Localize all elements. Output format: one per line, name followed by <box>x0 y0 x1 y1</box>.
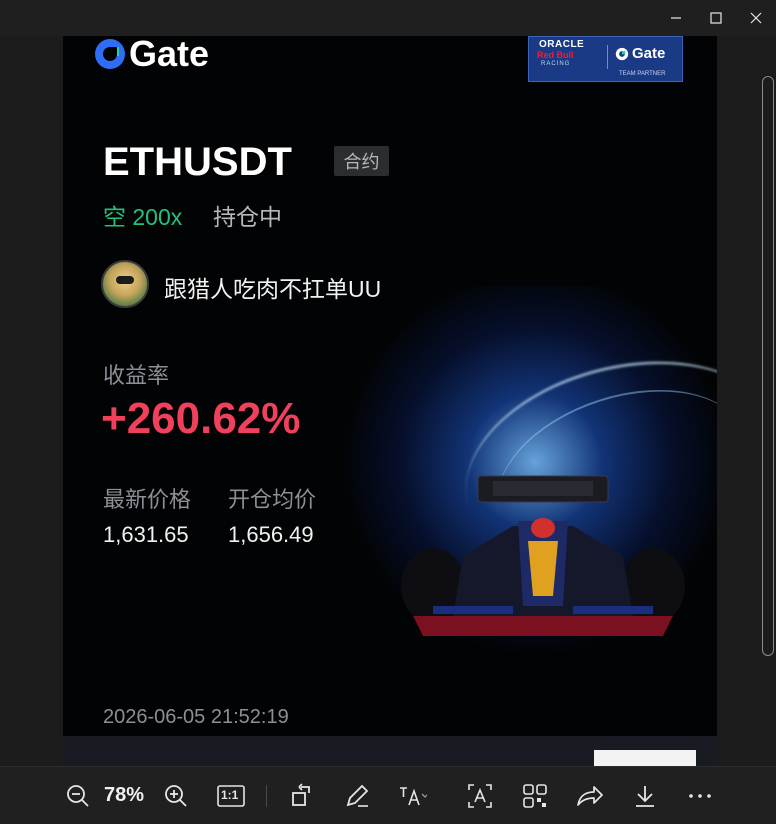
return-label: 收益率 <box>103 363 170 388</box>
qr-scan-icon <box>523 784 547 808</box>
gate-logo: Gate <box>93 36 210 74</box>
maximize-button[interactable] <box>696 0 736 36</box>
share-icon <box>577 786 603 806</box>
race-car-illustration <box>401 475 685 636</box>
latest-price-label: 最新价格 <box>103 487 192 512</box>
avatar <box>101 260 149 308</box>
rotate-icon <box>292 783 310 806</box>
actual-size-button[interactable]: 1:1 <box>216 781 246 811</box>
zoom-in-button[interactable] <box>161 781 191 811</box>
close-icon <box>750 12 762 24</box>
text-select-button[interactable] <box>465 781 495 811</box>
username: 跟猎人吃肉不扛单UU <box>164 276 382 302</box>
rotate-button[interactable] <box>287 781 317 811</box>
maximize-icon <box>710 12 722 24</box>
open-avg-price-label: 开仓均价 <box>228 487 317 512</box>
open-avg-price-value: 1,656.49 <box>228 522 314 547</box>
title-bar <box>0 0 776 36</box>
viewer-toolbar: 78% 1:1 <box>0 766 776 824</box>
zoom-level[interactable]: 78% <box>104 784 144 807</box>
partner-line3: RACING <box>541 61 571 67</box>
avatar-sunglasses <box>116 276 134 284</box>
edit-button[interactable] <box>342 781 372 811</box>
return-value: +260.62% <box>101 394 301 443</box>
zoom-out-button[interactable] <box>63 781 93 811</box>
trading-pair: ETHUSDT <box>103 140 292 184</box>
text-recognition-icon <box>400 787 427 806</box>
vertical-scrollbar[interactable] <box>762 76 774 656</box>
gate-mini-logo-icon <box>615 47 629 60</box>
zoom-in-icon <box>165 785 187 807</box>
qr-scan-button[interactable] <box>520 781 550 811</box>
text-recognition-button[interactable] <box>397 781 427 811</box>
actual-size-label: 1:1 <box>221 788 239 802</box>
position-direction: 空 200x <box>103 204 183 230</box>
more-options-button[interactable] <box>685 781 715 811</box>
latest-price-value: 1,631.65 <box>103 522 189 547</box>
partner-divider <box>607 45 608 69</box>
close-button[interactable] <box>736 0 776 36</box>
gate-logo-text: Gate <box>129 36 210 74</box>
share-card-image: Gate ORACLE Red Bull RACING Gate TEAM PA… <box>63 36 717 736</box>
toolbar-divider <box>266 785 267 807</box>
zoom-out-icon <box>67 785 89 807</box>
partner-line2: Red Bull <box>537 50 574 60</box>
partner-brand: Gate <box>615 45 665 62</box>
download-button[interactable] <box>630 781 660 811</box>
share-button[interactable] <box>575 781 605 811</box>
partner-caption: TEAM PARTNER <box>619 71 666 77</box>
edit-icon <box>346 784 369 807</box>
position-status: 持仓中 <box>213 204 282 230</box>
image-viewport[interactable]: Gate ORACLE Red Bull RACING Gate TEAM PA… <box>0 36 776 766</box>
minimize-button[interactable] <box>656 0 696 36</box>
contract-tag: 合约 <box>334 146 389 176</box>
text-select-icon <box>468 784 492 808</box>
share-timestamp: 2026-06-05 21:52:19 <box>103 706 289 728</box>
minimize-icon <box>671 17 681 19</box>
download-icon <box>636 786 654 807</box>
qr-code-partial <box>594 750 696 766</box>
more-icon <box>689 794 711 798</box>
gate-logo-icon <box>95 39 125 69</box>
partner-badge: ORACLE Red Bull RACING Gate TEAM PARTNER <box>528 36 683 82</box>
partner-brand-text: Gate <box>632 45 666 62</box>
partner-line1: ORACLE <box>539 39 585 50</box>
